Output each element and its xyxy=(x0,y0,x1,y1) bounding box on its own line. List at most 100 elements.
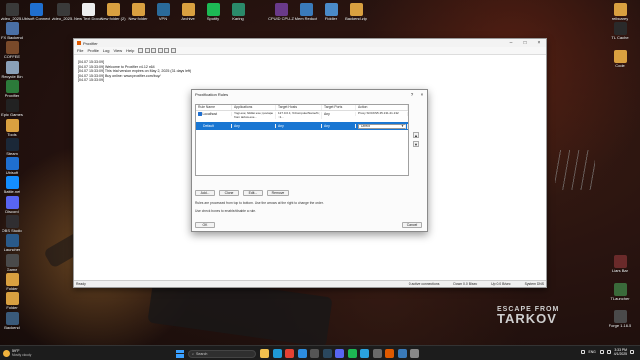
minimize-button[interactable]: – xyxy=(504,39,518,47)
desktop-icon-left-1[interactable]: Ubisoft Connect xyxy=(22,3,50,22)
add-rule-button[interactable]: Add... xyxy=(195,190,215,196)
desktop-icon-top-4[interactable]: VPN xyxy=(150,3,176,22)
taskbar-spotify-icon[interactable] xyxy=(347,349,357,358)
taskbar-proxifier-icon[interactable] xyxy=(385,349,394,358)
desktop-icon-right-4[interactable]: TLauncher xyxy=(607,283,633,302)
menu-help[interactable]: Help xyxy=(126,48,134,53)
search-icon: ⌕ xyxy=(192,351,195,356)
taskbar-terminal-icon[interactable] xyxy=(310,349,319,358)
maximize-button[interactable]: □ xyxy=(518,39,532,47)
col-target-hosts[interactable]: Target Hosts xyxy=(276,105,322,110)
desktop-icon-right-3[interactable]: Liars Bar xyxy=(607,255,633,274)
desktop-icon-top-3[interactable]: New folder xyxy=(125,3,151,22)
taskbar-discord-icon[interactable] xyxy=(335,349,344,358)
toolbar-rules-icon[interactable] xyxy=(144,48,150,53)
desktop-icon-top-8[interactable]: CPUID CPU-Z xyxy=(268,3,294,22)
cancel-button[interactable]: Cancel xyxy=(402,222,422,228)
window-title: Proxifier xyxy=(83,40,98,46)
notifications-icon[interactable] xyxy=(630,350,634,355)
col-applications[interactable]: Applications xyxy=(232,105,276,110)
desktop-icon-left-13[interactable]: Launcher xyxy=(0,234,25,253)
col-target-ports[interactable]: Target Ports xyxy=(322,105,356,110)
wifi-icon[interactable] xyxy=(599,350,604,355)
toolbar-advanced-icon[interactable] xyxy=(157,48,163,53)
help-icon[interactable]: ? xyxy=(407,92,417,97)
action-dropdown[interactable]: Direct ▼ xyxy=(358,123,406,129)
taskbar-steam-icon[interactable] xyxy=(322,349,332,358)
menu-view[interactable]: View xyxy=(113,48,122,53)
desktop-icon-left-7[interactable]: Tools xyxy=(0,118,25,138)
desktop-icon-top-1[interactable]: New Text Document xyxy=(74,3,102,22)
start-windows-icon[interactable] xyxy=(176,349,184,358)
menu-log[interactable]: Log xyxy=(103,48,110,53)
desktop-icon-left-14[interactable]: Game xyxy=(0,253,25,273)
taskbar-telegram-icon[interactable] xyxy=(360,349,369,358)
taskbar-search[interactable]: ⌕ Search xyxy=(188,349,256,358)
menu-file[interactable]: File xyxy=(77,48,83,53)
desktop-icon-right-2[interactable]: Code xyxy=(607,50,633,69)
desktop-icon-top-5[interactable]: Archive xyxy=(175,3,201,22)
taskbar-edge-icon[interactable] xyxy=(272,349,282,358)
app-icon xyxy=(5,60,19,74)
desktop-icon-right-5[interactable]: Forge 1.16.5 xyxy=(607,310,633,329)
col-rule-name[interactable]: Rule Name xyxy=(196,105,232,110)
taskbar-settings-icon[interactable] xyxy=(410,349,419,358)
app-icon xyxy=(131,3,145,16)
clock[interactable]: 3:33 PM 4/1/2025 xyxy=(614,348,627,356)
taskbar-notepad-icon[interactable] xyxy=(397,349,407,358)
rule-enabled-checkbox[interactable] xyxy=(198,112,202,116)
desktop-icon-left-10[interactable]: Battle.net xyxy=(0,176,25,195)
close-button[interactable]: × xyxy=(532,39,546,47)
desktop-icon-left-2[interactable]: FX Backend xyxy=(0,22,25,41)
language-indicator[interactable]: ENG xyxy=(588,350,595,354)
desktop-icon-left-16[interactable]: Folder xyxy=(0,292,25,311)
desktop-icon-left-17[interactable]: Backend xyxy=(0,311,25,331)
taskbar-chrome-icon[interactable] xyxy=(285,349,294,358)
taskbar-vscode-icon[interactable] xyxy=(297,349,307,358)
remove-rule-button[interactable]: Remove xyxy=(267,190,289,196)
move-down-button[interactable]: ▼ xyxy=(413,141,419,147)
desktop-icon-right-1[interactable]: TL Cache xyxy=(607,22,633,41)
desktop-icon-left-4[interactable]: Recycle Bin xyxy=(0,60,25,80)
table-row[interactable]: Localhost Yogi.exe; fiddler.exe; (escape… xyxy=(196,111,408,122)
desktop-icon-top-2[interactable]: New folder (2) xyxy=(100,3,126,22)
dialog-titlebar[interactable]: Proxification Rules ? × xyxy=(192,90,427,98)
menu-profile[interactable]: Profile xyxy=(87,48,98,53)
move-up-button[interactable]: ▲ xyxy=(413,132,419,138)
toolbar-save-icon[interactable] xyxy=(164,48,170,53)
toolbar-new-icon[interactable] xyxy=(170,48,176,53)
col-action[interactable]: Action xyxy=(356,105,408,110)
table-row-selected[interactable]: Default Any Any Any Direct ▼ xyxy=(196,122,408,130)
toolbar-proxy-servers-icon[interactable] xyxy=(138,48,144,53)
taskbar-file-explorer-icon[interactable] xyxy=(260,349,269,358)
volume-icon[interactable] xyxy=(606,350,611,355)
toolbar-dns-icon[interactable] xyxy=(151,48,157,53)
desktop-icon-top-9[interactable]: Mem Reduct xyxy=(293,3,319,22)
taskbar-obs-icon[interactable] xyxy=(372,349,382,358)
desktop-icon-left-3[interactable]: COFFEE xyxy=(0,41,25,60)
desktop-icon-left-9[interactable]: Ubisoft xyxy=(0,157,25,176)
window-titlebar[interactable]: Proxifier – □ × xyxy=(74,39,546,47)
desktop-icon-right-0[interactable]: reibcarey xyxy=(607,3,633,22)
app-icon xyxy=(206,3,220,16)
app-icon xyxy=(5,22,19,35)
weather-widget[interactable]: 59°F Mostly cloudy xyxy=(3,349,31,357)
desktop-icon-top-6[interactable]: Spotify xyxy=(200,3,226,22)
desktop-icon-left-8[interactable]: Steam xyxy=(0,137,25,157)
desktop-icon-left-15[interactable]: Folder xyxy=(0,272,25,292)
desktop-icon-left-12[interactable]: OBS Studio xyxy=(0,215,25,234)
desktop-icon-left-11[interactable]: Discord xyxy=(0,195,25,215)
desktop-icon-top-7[interactable]: Karing xyxy=(225,3,251,22)
desktop-icon-left-6[interactable]: Epic Games xyxy=(0,99,25,118)
app-icon xyxy=(5,41,19,55)
ok-button[interactable]: OK xyxy=(195,222,215,228)
clone-rule-button[interactable]: Clone xyxy=(219,190,239,196)
desktop-icon-top-10[interactable]: Fiddler xyxy=(318,3,344,22)
desktop-icon-left-5[interactable]: Proxifier xyxy=(0,79,25,99)
desktop-icon-top-0[interactable]: video_2025.. xyxy=(50,3,76,22)
tray-overflow-icon[interactable] xyxy=(581,350,586,355)
edit-rule-button[interactable]: Edit... xyxy=(243,190,263,196)
desktop-icon-top-11[interactable]: Backend.zip xyxy=(343,3,369,22)
desktop-icon-label: video_2025.. xyxy=(0,17,24,21)
dialog-close-icon[interactable]: × xyxy=(417,92,427,97)
